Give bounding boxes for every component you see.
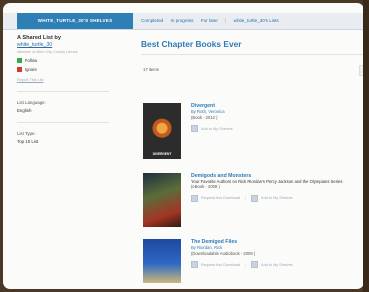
sidebar-divider (17, 122, 109, 123)
ignore-icon (17, 67, 22, 72)
shelf-icon (191, 125, 198, 132)
shared-list-heading: A Shared List by (17, 35, 61, 41)
add-to-shelves-link[interactable]: Add to My Shelves (261, 263, 293, 267)
items-count: 17 items (143, 67, 159, 72)
follow-icon (17, 58, 22, 63)
request-download-link[interactable]: Request this Download (201, 263, 240, 267)
download-icon (191, 261, 198, 268)
book-info: The Demigod Files By Riordan, Rick (Down… (191, 239, 361, 268)
book-cover-image[interactable] (143, 173, 181, 227)
book-format: (eBook - 2008 ) (191, 184, 220, 189)
member-note: Member of Allen City County Library (17, 50, 78, 54)
page-frame: WHITE_TURTLE_30'S SHELVES Completed In p… (3, 3, 364, 289)
page-title: Best Chapter Books Ever (141, 39, 242, 49)
ignore-button[interactable]: Ignore (17, 67, 121, 72)
add-to-shelves-link[interactable]: Add to My Shelves (261, 196, 293, 200)
follow-label: Follow (25, 58, 38, 63)
book-cover-image[interactable]: DIVERGENT (143, 103, 181, 159)
top-nav: WHITE_TURTLE_30'S SHELVES Completed In p… (3, 13, 364, 30)
shelves-tab[interactable]: WHITE_TURTLE_30'S SHELVES (17, 13, 133, 29)
report-list-link[interactable]: Report This List (17, 78, 121, 82)
book-actions: Request this Download | Add to My Shelve… (191, 194, 361, 202)
action-separator: | (245, 262, 247, 267)
list-owner-link[interactable]: white_turtle_30 (17, 42, 121, 49)
follow-button[interactable]: Follow (17, 58, 121, 63)
shelf-icon (251, 194, 259, 202)
list-language-value: English (17, 108, 32, 113)
sidebar-divider (17, 91, 109, 92)
request-download-link[interactable]: Request this Download (201, 196, 240, 200)
book-format: (Downloadable Audiobook - 2009 ) (191, 250, 256, 256)
book-info: Divergent By Roth, Veronica (Book - 2012… (191, 103, 361, 132)
nav-link-completed[interactable]: Completed (141, 18, 163, 23)
title-divider (141, 54, 364, 55)
action-separator: | (245, 196, 247, 200)
book-actions: Request this Download | Add to My Shelve… (191, 261, 361, 268)
device-bezel (363, 0, 369, 292)
book-info: Demigods and Monsters Your Favorite Auth… (191, 173, 361, 202)
list-type-label: List Type: (17, 131, 36, 136)
book-actions: Add to My Shelves (191, 125, 361, 132)
shelf-icon (251, 261, 259, 268)
ignore-label: Ignore (25, 67, 37, 72)
nav-link-in-progress[interactable]: In progress (171, 18, 194, 23)
list-type-value: Top 10 List (17, 139, 39, 144)
list-sidebar: A Shared List by white_turtle_30 Member … (17, 35, 121, 144)
nav-link-for-later[interactable]: For later (201, 18, 218, 23)
nav-separator: | (225, 18, 227, 23)
book-cover-image[interactable] (143, 239, 181, 283)
download-icon (191, 194, 198, 202)
list-language-label: List Language: (17, 100, 46, 105)
nav-link-lists[interactable]: white_turtle_30's Lists (234, 18, 279, 23)
cover-title-text: DIVERGENT (152, 152, 172, 156)
book-format: (Book - 2012 ) (191, 114, 218, 120)
shelf-nav-links: Completed In progress For later | white_… (141, 13, 285, 29)
add-to-shelves-link[interactable]: Add to My Shelves (201, 127, 233, 131)
